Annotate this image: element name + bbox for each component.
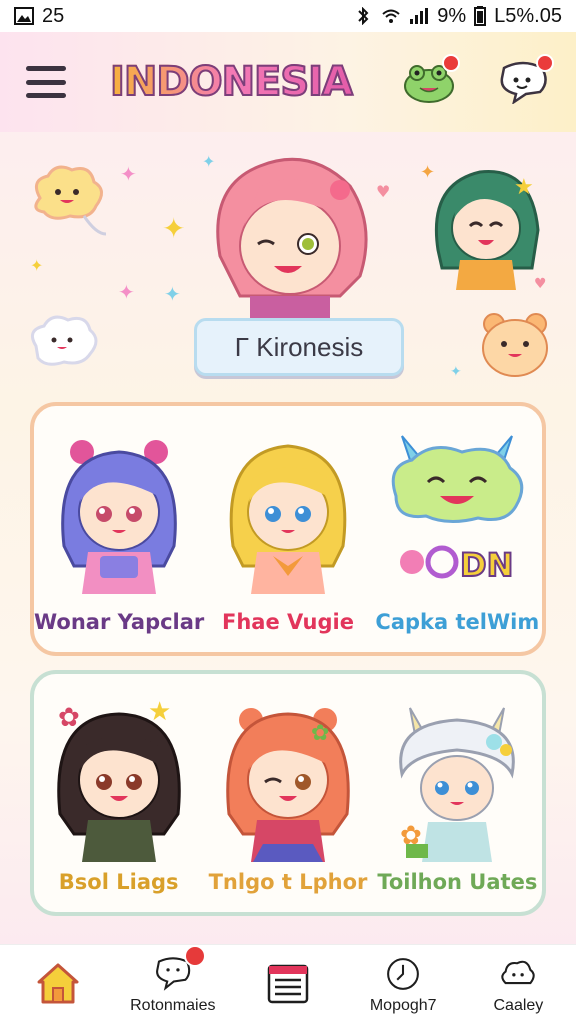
header-actions <box>402 54 554 105</box>
character-name: Wonar Yapclar <box>34 610 205 634</box>
svg-text:DN: DN <box>460 546 513 584</box>
nav-clock[interactable]: Mopogh7 <box>346 945 461 1024</box>
nav-messages[interactable]: Rotonmaies <box>115 945 230 1024</box>
character-portrait <box>60 440 177 594</box>
app-header: INDONESIA <box>0 32 576 132</box>
signal-icon <box>410 8 429 24</box>
character-item[interactable]: ✿ Tnlgo t Lphor <box>203 674 372 912</box>
hero-title-badge[interactable]: Γ Kironesis <box>194 318 404 376</box>
frog-notification-icon[interactable] <box>402 54 460 104</box>
bluetooth-icon <box>358 7 369 25</box>
nav-home[interactable] <box>0 945 115 1024</box>
cat-cloud-mascot: DN <box>392 435 524 585</box>
sparkle-icon: ✦ <box>202 152 216 171</box>
svg-text:★: ★ <box>148 697 171 727</box>
heart-icon: ♥ <box>534 276 547 292</box>
sparkle-icon: ✦ <box>450 364 462 380</box>
svg-text:✿: ✿ <box>311 721 329 746</box>
nav-calendar[interactable] <box>230 945 345 1024</box>
character-item[interactable]: ✿ ★ Bsol Liags <box>34 674 203 912</box>
side-character-illustration: ★ <box>434 169 540 290</box>
character-name: Tnlgo t Lphor <box>208 870 368 894</box>
character-name: Bsol Liags <box>58 870 179 894</box>
character-name: Toilhon Uates <box>377 870 538 894</box>
clock-icon <box>387 957 420 990</box>
nav-label: Caaley <box>493 996 544 1014</box>
character-name: Capka telWim <box>375 610 540 634</box>
status-time: 25 <box>42 4 65 27</box>
wifi-icon <box>382 9 400 23</box>
status-bar: 25 9% L5%.05 <box>0 0 576 32</box>
character-item[interactable]: ✿ Toilhon Uates <box>373 674 542 912</box>
image-notification-icon <box>14 7 34 25</box>
battery-icon <box>474 6 487 26</box>
svg-text:✿: ✿ <box>58 703 80 733</box>
menu-icon[interactable] <box>26 66 66 98</box>
nav-label: Rotonmaies <box>130 996 216 1014</box>
sparkle-icon: ✦ <box>164 282 181 306</box>
status-left: 25 <box>14 5 64 28</box>
sparkle-icon: ✦ <box>120 162 137 186</box>
cloud-mascot-icon <box>34 165 107 236</box>
character-item[interactable]: Wonar Yapclar <box>34 406 205 652</box>
calendar-list-icon <box>267 964 309 1003</box>
cloud-icon <box>501 960 536 984</box>
sparkle-icon: ✦ <box>510 242 524 261</box>
bear-mascot-icon <box>482 313 548 377</box>
character-portrait <box>229 444 347 594</box>
main-character-illustration <box>216 157 368 326</box>
character-card-row-2: ✿ ★ Bsol Liags ✿ Tnlgo t Lphor ✿ Toilhon… <box>30 670 546 916</box>
status-clock: L5%.05 <box>494 4 562 27</box>
svg-text:★: ★ <box>514 175 534 200</box>
nav-cloud[interactable]: Caaley <box>461 945 576 1024</box>
character-portrait: ✿ <box>226 708 350 862</box>
sparkle-icon: ✦ <box>30 256 44 275</box>
status-right: 9% L5%.05 <box>353 5 562 28</box>
sparkle-icon: ✦ <box>420 162 436 183</box>
heart-icon: ♥ <box>376 182 391 201</box>
bottom-navigation: Rotonmaies Mopogh7 Caaley <box>0 944 576 1024</box>
home-icon <box>37 963 79 1003</box>
character-item[interactable]: Fhae Vugie <box>203 406 372 652</box>
sparkle-icon: ✦ <box>118 280 135 304</box>
app-title: INDONESIA <box>109 58 354 106</box>
nav-label: Mopogh7 <box>369 996 437 1014</box>
character-name: Fhae Vugie <box>222 610 354 634</box>
character-card-row-1: Wonar Yapclar Fhae Vugie DN Capka telWim <box>30 402 546 656</box>
notification-badge <box>536 54 554 72</box>
notification-badge <box>442 54 460 72</box>
chat-notification-icon[interactable] <box>496 54 554 105</box>
sparkle-icon: ✦ <box>162 212 186 245</box>
battery-percent: 9% <box>437 4 467 27</box>
hero-section: ★ ✦ ✦ ✦ ✦ ✦ ✦ ♥ ✦ ♥ ✦ ✦ Γ Kironesis <box>0 132 576 402</box>
character-item[interactable]: DN Capka telWim <box>373 406 542 652</box>
cloud-mascot-icon <box>30 315 98 366</box>
character-portrait: ✿ <box>399 707 516 862</box>
notification-badge <box>184 945 207 967</box>
character-portrait: ✿ ★ <box>56 697 181 862</box>
